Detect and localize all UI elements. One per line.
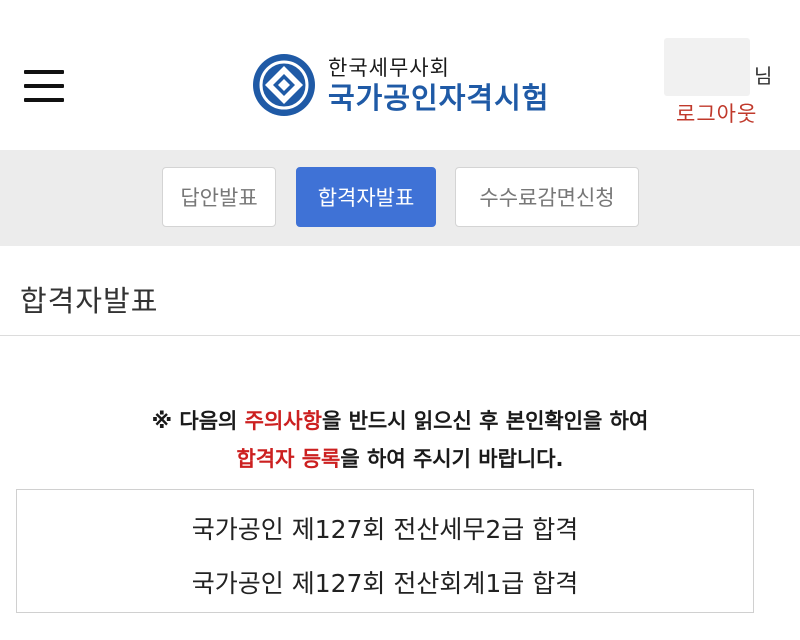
logo-subtitle: 한국세무사회 xyxy=(328,56,450,80)
notice-text: ※ 다음의 주의사항을 반드시 읽으신 후 본인확인을 하여 합격자 등록을 하… xyxy=(0,402,800,478)
user-honorific: 님 xyxy=(754,64,773,88)
logo-title: 국가공인자격시험 xyxy=(328,81,550,115)
logo[interactable]: 한국세무사회 국가공인자격시험 xyxy=(252,50,549,120)
tab-pass-announcement[interactable]: 합격자발표 xyxy=(296,167,436,227)
logo-text: 한국세무사회 국가공인자격시험 xyxy=(328,55,549,115)
notice-highlight-caution: 주의사항 xyxy=(244,409,322,433)
tab-bar: 답안발표 합격자발표 수수료감면신청 xyxy=(0,150,800,246)
result-item: 국가공인 제127회 전산세무2급 합격 xyxy=(191,515,579,544)
result-box: 국가공인 제127회 전산세무2급 합격 국가공인 제127회 전산회계1급 합… xyxy=(16,489,754,613)
tab-answer-release[interactable]: 답안발표 xyxy=(162,167,276,227)
header: 한국세무사회 국가공인자격시험 님 로그아웃 xyxy=(0,0,800,150)
tab-fee-reduction[interactable]: 수수료감면신청 xyxy=(455,167,639,227)
notice-highlight-register: 합격자 등록 xyxy=(236,447,341,471)
menu-icon[interactable] xyxy=(24,70,64,102)
notice-line-2: 합격자 등록을 하여 주시기 바랍니다. xyxy=(236,447,564,471)
notice-line-1: ※ 다음의 주의사항을 반드시 읽으신 후 본인확인을 하여 xyxy=(151,409,649,433)
logo-emblem-icon xyxy=(253,54,315,116)
logout-link[interactable]: 로그아웃 xyxy=(676,98,757,128)
user-name-redacted xyxy=(664,38,750,96)
divider xyxy=(0,335,800,336)
page-title: 합격자발표 xyxy=(20,284,159,318)
result-item: 국가공인 제127회 전산회계1급 합격 xyxy=(191,569,579,598)
